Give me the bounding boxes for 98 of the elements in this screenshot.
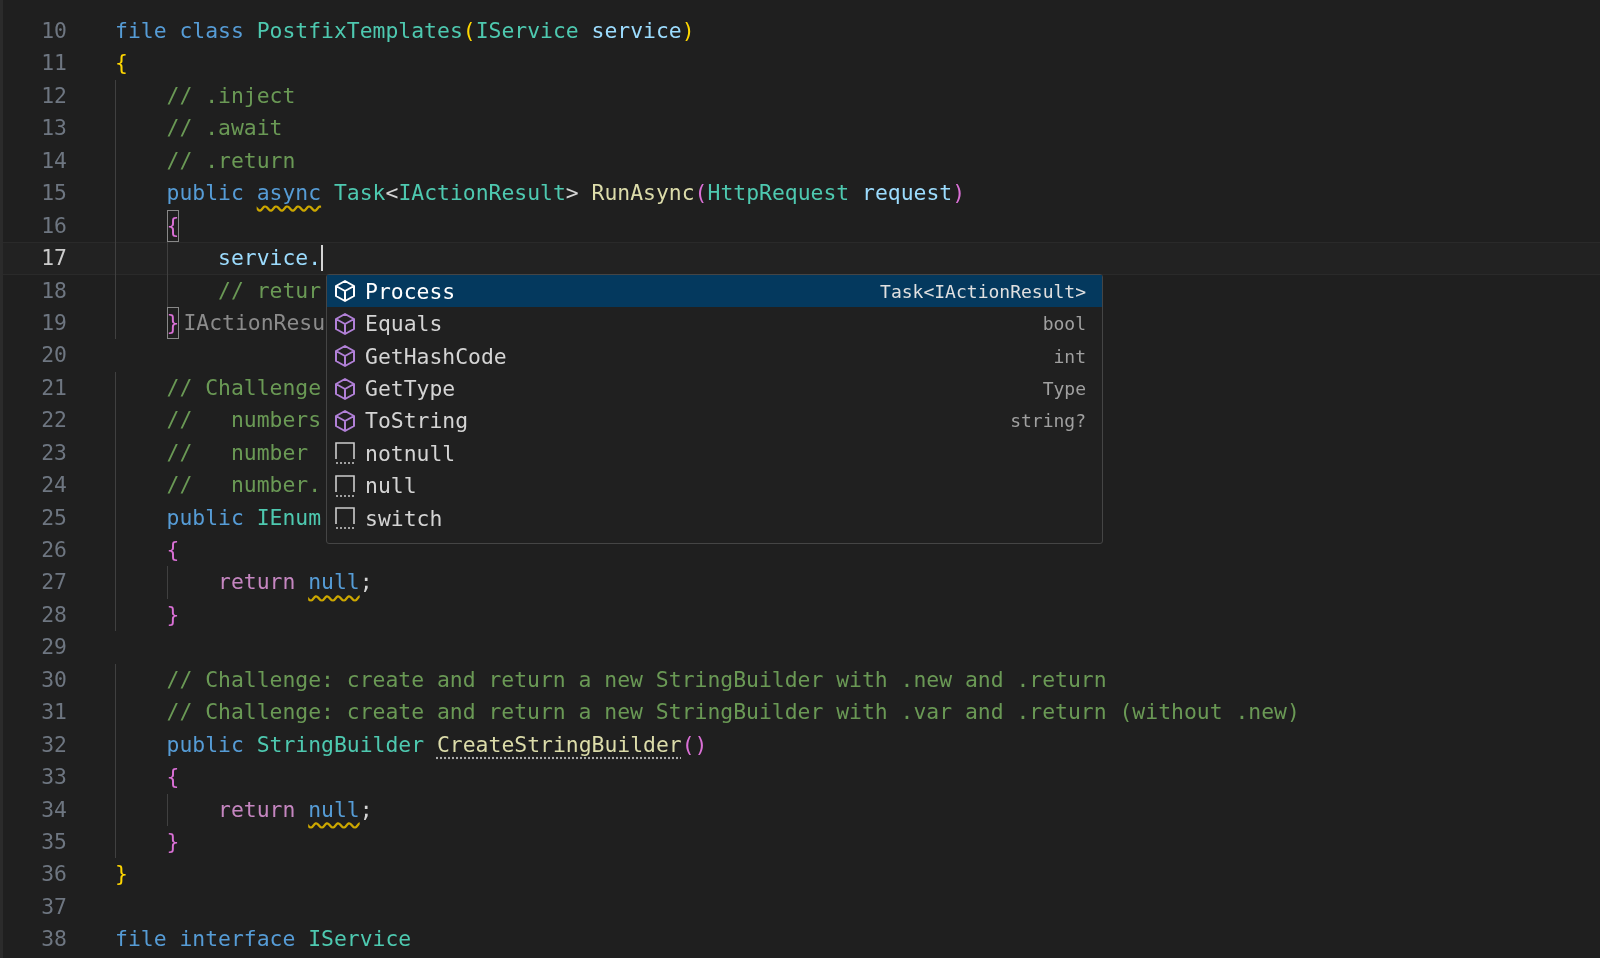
code-token: public: [166, 730, 244, 759]
code-token: (: [694, 179, 708, 208]
line-number: 37: [40, 892, 67, 921]
suggestion-item[interactable]: ToString string?: [327, 404, 1102, 438]
code-token: interface: [179, 925, 296, 954]
line-number: 15: [40, 179, 67, 208]
code-token: return: [218, 568, 296, 597]
code-token: {: [166, 536, 180, 564]
code-token: IEnum: [256, 503, 322, 532]
code-token: ): [681, 17, 695, 45]
code-token: IService: [308, 925, 412, 954]
code-token: PostfixTemplates: [256, 17, 463, 45]
line-number: 18: [40, 276, 67, 305]
code-token: }: [166, 306, 180, 340]
line-number: 17: [40, 244, 67, 273]
line-number: 10: [40, 17, 67, 45]
code-token: async: [256, 179, 322, 208]
code-token: (: [462, 17, 476, 45]
line-number: 12: [40, 81, 67, 110]
code-token: return: [218, 795, 296, 824]
code-comment: // Challenge: [166, 373, 322, 402]
line-number: 20: [40, 341, 67, 370]
cube-icon: [333, 279, 357, 304]
code-comment: // .return: [166, 146, 296, 175]
suggestion-item[interactable]: GetHashCode int: [327, 339, 1102, 373]
line-number: 30: [40, 665, 67, 694]
code-token: <: [385, 179, 399, 208]
code-token: }: [115, 860, 128, 889]
cube-icon: [333, 311, 357, 336]
code-token: {: [166, 763, 180, 792]
code-token: public: [166, 179, 244, 208]
line-number: 35: [40, 827, 67, 856]
line-number: 19: [40, 308, 67, 337]
code-token: class: [179, 17, 244, 45]
snippet-icon: [333, 473, 357, 498]
snippet-icon: [333, 441, 357, 466]
code-token: StringBuilder: [256, 730, 425, 759]
line-number: 28: [40, 600, 67, 629]
cube-icon: [333, 344, 357, 369]
suggestion-item[interactable]: notnull: [327, 437, 1102, 470]
line-number: 25: [40, 503, 67, 532]
code-comment: // retur: [218, 276, 322, 305]
code-token: IActionResult: [398, 179, 566, 208]
code-token: file: [115, 925, 167, 954]
suggestion-item[interactable]: Process Task<IActionResult>: [327, 275, 1102, 308]
code-token: ;: [359, 568, 373, 597]
code-token: {: [166, 209, 180, 243]
line-number: 11: [40, 49, 67, 78]
suggestion-item[interactable]: GetType Type: [327, 372, 1102, 405]
code-token: }: [166, 827, 180, 856]
line-number: 13: [40, 114, 67, 143]
line-number: 24: [40, 471, 67, 500]
line-number: 22: [40, 406, 67, 435]
line-number: 16: [40, 211, 67, 240]
code-token: request: [862, 179, 953, 208]
code-token: >: [565, 179, 579, 208]
cube-icon: [333, 376, 357, 401]
code-comment: // numbers: [166, 406, 322, 435]
code-token: }: [166, 600, 180, 629]
code-token: null: [308, 568, 360, 597]
line-number: 33: [40, 763, 67, 792]
cube-icon: [333, 408, 357, 433]
code-comment: // Challenge: create and return a new StringBuilder with .var and .return (without .new): [166, 698, 1300, 727]
line-number: 31: [40, 698, 67, 727]
code-token: {: [115, 49, 128, 78]
line-number: 21: [40, 373, 67, 402]
code-token: HttpRequest: [707, 179, 850, 208]
line-number: 29: [40, 633, 67, 662]
code-token: (): [681, 730, 708, 759]
line-number: 36: [40, 860, 67, 889]
code-token: public: [166, 503, 244, 532]
code-token: null: [308, 795, 360, 824]
code-comment: // number.: [166, 471, 322, 500]
code-token: IService: [475, 17, 579, 45]
line-number: 38: [40, 925, 67, 954]
line-number: 34: [40, 795, 67, 824]
suggestion-item[interactable]: switch: [327, 502, 1102, 535]
line-number: 27: [40, 568, 67, 597]
code-comment: // Challenge: create and return a new StringBuilder with .new and .return: [166, 665, 1107, 694]
code-token: service: [591, 17, 682, 45]
code-token: service.: [218, 244, 322, 273]
line-number: 23: [40, 438, 67, 467]
code-token: Task: [333, 179, 386, 208]
code-comment: // .inject: [166, 81, 296, 110]
suggestion-item[interactable]: null: [327, 469, 1102, 503]
line-number: 14: [40, 146, 67, 175]
code-token: ): [952, 179, 966, 208]
code-token: ;: [359, 795, 373, 824]
code-comment: // number: [166, 438, 309, 467]
code-token: CreateStringBuilder: [437, 730, 682, 759]
code-token: RunAsync: [591, 179, 695, 208]
line-number: 26: [40, 536, 67, 564]
inlay-hint: IActionResu: [183, 308, 326, 337]
line-number: 32: [40, 730, 67, 759]
code-comment: // .await: [166, 114, 283, 143]
suggestion-item[interactable]: Equals bool: [327, 307, 1102, 340]
snippet-icon: [333, 506, 357, 531]
code-token: file: [115, 17, 167, 45]
